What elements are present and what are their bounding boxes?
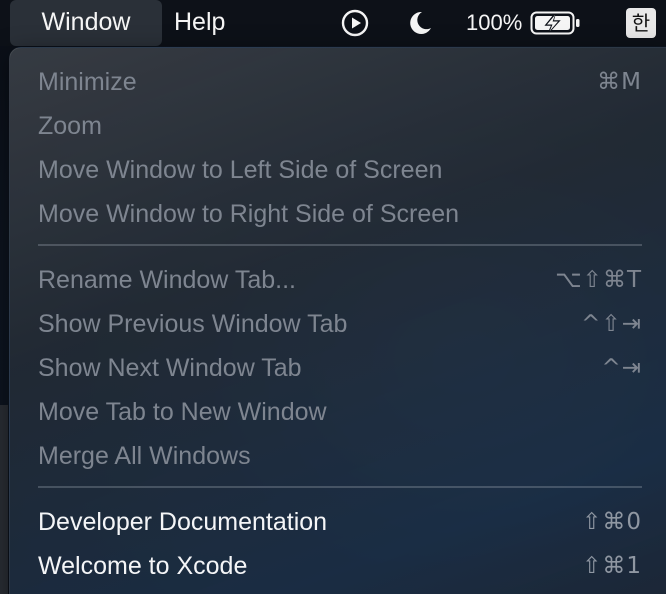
menu-item-label: Welcome to Xcode [38,552,248,580]
menu-item-shortcut: ⌘M [597,69,642,95]
menu-bar: Window Help 100% 한 [0,0,666,46]
moon-icon [410,11,431,34]
menu-separator [38,244,642,246]
menu-item-welcome-xcode[interactable]: Welcome to Xcode ⇧⌘1 [38,548,642,584]
menu-item-shortcut: ^⇥ [601,355,642,381]
battery-status-item[interactable]: 100% [466,0,582,46]
input-source-item[interactable]: 한 [626,0,656,46]
focus-status-item[interactable] [404,0,434,46]
menu-item-label: Move Tab to New Window [38,398,327,426]
menu-item-label: Rename Window Tab... [38,266,296,294]
desktop: Window Help 100% 한 Minimize ⌘M Zoom Move… [0,0,666,594]
menu-separator [38,486,642,488]
menu-item-merge-windows[interactable]: Merge All Windows [38,438,642,474]
menu-item-developer-documentation[interactable]: Developer Documentation ⇧⌘0 [38,504,642,540]
menu-item-move-left[interactable]: Move Window to Left Side of Screen [38,152,642,188]
menu-item-label: Show Next Window Tab [38,354,302,382]
play-status-item[interactable] [340,0,370,46]
background-window-edge [0,405,8,594]
menu-item-shortcut: ^⇧⇥ [581,311,642,337]
menu-item-label: Move Window to Left Side of Screen [38,156,443,184]
menu-item-shortcut: ⇧⌘1 [582,553,642,579]
menu-help[interactable]: Help [174,0,225,46]
input-method-indicator: 한 [626,8,656,38]
menu-item-label: Minimize [38,68,137,96]
menu-item-label: Move Window to Right Side of Screen [38,200,460,228]
menu-item-label: Merge All Windows [38,442,251,470]
battery-percent: 100% [466,10,523,35]
menu-item-label: Zoom [38,112,102,140]
menu-item-minimize[interactable]: Minimize ⌘M [38,64,642,100]
menu-window[interactable]: Window [10,0,162,46]
menu-item-move-tab[interactable]: Move Tab to New Window [38,394,642,430]
menu-item-next-tab[interactable]: Show Next Window Tab ^⇥ [38,350,642,386]
menu-item-shortcut: ⇧⌘0 [582,509,642,535]
menu-item-label: Show Previous Window Tab [38,310,348,338]
battery-charging-icon [530,11,580,35]
window-menu-dropdown: Minimize ⌘M Zoom Move Window to Left Sid… [9,47,666,594]
play-circle-icon [341,9,369,37]
menu-item-rename-tab[interactable]: Rename Window Tab... ⌥⇧⌘T [38,262,642,298]
menu-item-move-right[interactable]: Move Window to Right Side of Screen [38,196,642,232]
menu-item-label: Developer Documentation [38,508,328,536]
menu-item-shortcut: ⌥⇧⌘T [555,267,642,293]
menu-item-previous-tab[interactable]: Show Previous Window Tab ^⇧⇥ [38,306,642,342]
menu-item-zoom[interactable]: Zoom [38,108,642,144]
